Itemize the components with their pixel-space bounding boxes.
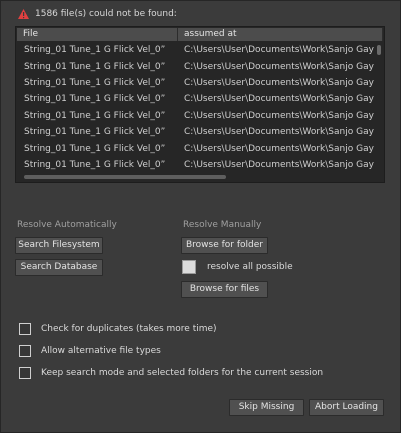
resolve-all-label: resolve all possible (207, 262, 293, 272)
path-cell: C:\Users\User\Documents\Work\Sanjo Gay (184, 45, 374, 56)
resolve-manually-heading: Resolve Manually (183, 220, 262, 230)
keep-search-mode-checkbox[interactable] (19, 367, 31, 379)
path-cell: C:\Users\User\Documents\Work\Sanjo Gay (184, 61, 374, 72)
column-header-file[interactable]: File (17, 28, 178, 41)
missing-files-warning: 1586 file(s) could not be found: (18, 9, 177, 19)
browse-folder-button[interactable]: Browse for folder (181, 237, 268, 254)
warning-text: 1586 file(s) could not be found: (35, 9, 177, 19)
check-duplicates-checkbox[interactable] (19, 323, 31, 335)
table-row[interactable]: String_01 Tune_1 G Flick Vel_0” C:\Users\… (17, 157, 374, 173)
skip-missing-button[interactable]: Skip Missing (229, 399, 304, 416)
file-cell: String_01 Tune_1 G Flick Vel_0” (24, 159, 166, 170)
alternative-file-types-checkbox[interactable] (19, 345, 31, 357)
path-cell: C:\Users\User\Documents\Work\Sanjo Gay (184, 94, 374, 105)
warning-icon (18, 9, 29, 19)
table-row[interactable]: String_01 Tune_1 G Flick Vel_0” C:\Users\… (17, 75, 374, 91)
browse-files-button[interactable]: Browse for files (181, 281, 268, 298)
path-cell: C:\Users\User\Documents\Work\Sanjo Gay (184, 110, 374, 121)
column-header-assumed-at[interactable]: assumed at (178, 28, 383, 41)
horizontal-scrollbar[interactable] (24, 175, 226, 179)
table-row[interactable]: String_01 Tune_1 G Flick Vel_0” C:\Users\… (17, 140, 374, 156)
table-row[interactable]: String_01 Tune_1 G Flick Vel_0” C:\Users\… (17, 58, 374, 74)
path-cell: C:\Users\User\Documents\Work\Sanjo Gay (184, 143, 374, 154)
path-cell: C:\Users\User\Documents\Work\Sanjo Gay (184, 77, 374, 88)
table-header: File assumed at (17, 28, 383, 41)
file-cell: String_01 Tune_1 G Flick Vel_0” (24, 77, 166, 88)
file-cell: String_01 Tune_1 G Flick Vel_0” (24, 61, 166, 72)
vertical-scrollbar[interactable] (377, 45, 381, 55)
table-row[interactable]: String_01 Tune_1 G Flick Vel_0” C:\Users\… (17, 108, 374, 124)
missing-files-table: File assumed at String_01 Tune_1 G Flick… (15, 26, 385, 183)
file-cell: String_01 Tune_1 G Flick Vel_0” (24, 45, 166, 56)
search-filesystem-button[interactable]: Search Filesystem (15, 237, 103, 254)
table-row[interactable]: String_01 Tune_1 G Flick Vel_0” C:\Users\… (17, 42, 374, 58)
file-cell: String_01 Tune_1 G Flick Vel_0” (24, 94, 166, 105)
path-cell: C:\Users\User\Documents\Work\Sanjo Gay (184, 127, 374, 138)
resolve-all-checkbox[interactable] (182, 260, 196, 274)
abort-loading-button[interactable]: Abort Loading (309, 399, 384, 416)
file-cell: String_01 Tune_1 G Flick Vel_0” (24, 143, 166, 154)
table-row[interactable]: String_01 Tune_1 G Flick Vel_0” C:\Users\… (17, 124, 374, 140)
table-rows: String_01 Tune_1 G Flick Vel_0” C:\Users\… (17, 42, 374, 173)
search-database-button[interactable]: Search Database (15, 259, 103, 276)
resolve-automatically-heading: Resolve Automatically (17, 220, 117, 230)
file-cell: String_01 Tune_1 G Flick Vel_0” (24, 127, 166, 138)
file-cell: String_01 Tune_1 G Flick Vel_0” (24, 110, 166, 121)
check-duplicates-label: Check for duplicates (takes more time) (41, 324, 217, 334)
table-row[interactable]: String_01 Tune_1 G Flick Vel_0” C:\Users\… (17, 91, 374, 107)
path-cell: C:\Users\User\Documents\Work\Sanjo Gay (184, 159, 374, 170)
alternative-file-types-label: Allow alternative file types (41, 346, 161, 356)
keep-search-mode-label: Keep search mode and selected folders fo… (41, 368, 324, 378)
